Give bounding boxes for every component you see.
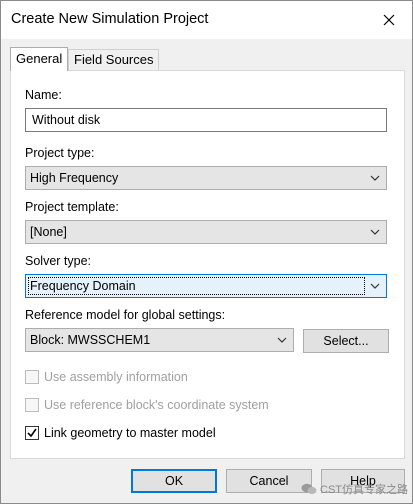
create-project-dialog: Create New Simulation Project General Fi… <box>0 0 413 504</box>
project-template-select[interactable]: [None] <box>25 220 387 244</box>
watermark: CST仿真专家之路 <box>301 481 408 497</box>
project-template-value: [None] <box>30 225 67 239</box>
wechat-icon <box>301 483 317 495</box>
reference-model-value: Block: MWSSCHEM1 <box>30 333 151 347</box>
chevron-down-icon <box>370 175 380 181</box>
ok-button[interactable]: OK <box>131 469 217 493</box>
solver-type-label: Solver type: <box>25 254 92 268</box>
project-template-label: Project template: <box>25 200 119 214</box>
project-type-select[interactable]: High Frequency <box>25 166 387 190</box>
chevron-down-icon <box>370 229 380 235</box>
project-type-label: Project type: <box>25 146 95 160</box>
use-assembly-checkbox[interactable] <box>25 370 39 384</box>
solver-type-select[interactable]: Frequency Domain <box>25 274 387 298</box>
link-geometry-label: Link geometry to master model <box>44 426 216 440</box>
chevron-down-icon <box>370 283 380 289</box>
cancel-button[interactable]: Cancel <box>226 469 312 493</box>
tab-general[interactable]: General <box>10 47 69 71</box>
use-assembly-label: Use assembly information <box>44 370 188 384</box>
dialog-title: Create New Simulation Project <box>11 11 209 27</box>
reference-model-select[interactable]: Block: MWSSCHEM1 <box>25 328 294 352</box>
solver-type-value: Frequency Domain <box>30 279 136 293</box>
close-button[interactable] <box>366 1 412 39</box>
name-label: Name: <box>25 88 62 102</box>
tab-field-sources[interactable]: Field Sources <box>68 49 160 71</box>
name-field[interactable]: Without disk <box>25 108 387 132</box>
close-icon <box>383 14 395 26</box>
reference-model-label: Reference model for global settings: <box>25 308 226 322</box>
select-button[interactable]: Select... <box>303 329 389 353</box>
checkmark-icon <box>27 428 37 438</box>
project-type-value: High Frequency <box>30 171 119 185</box>
watermark-text: CST仿真专家之路 <box>320 484 408 496</box>
link-geometry-checkbox[interactable] <box>25 426 39 440</box>
title-bar: Create New Simulation Project <box>1 1 412 39</box>
use-reference-label: Use reference block's coordinate system <box>44 398 269 412</box>
chevron-down-icon <box>277 337 287 343</box>
use-reference-checkbox[interactable] <box>25 398 39 412</box>
